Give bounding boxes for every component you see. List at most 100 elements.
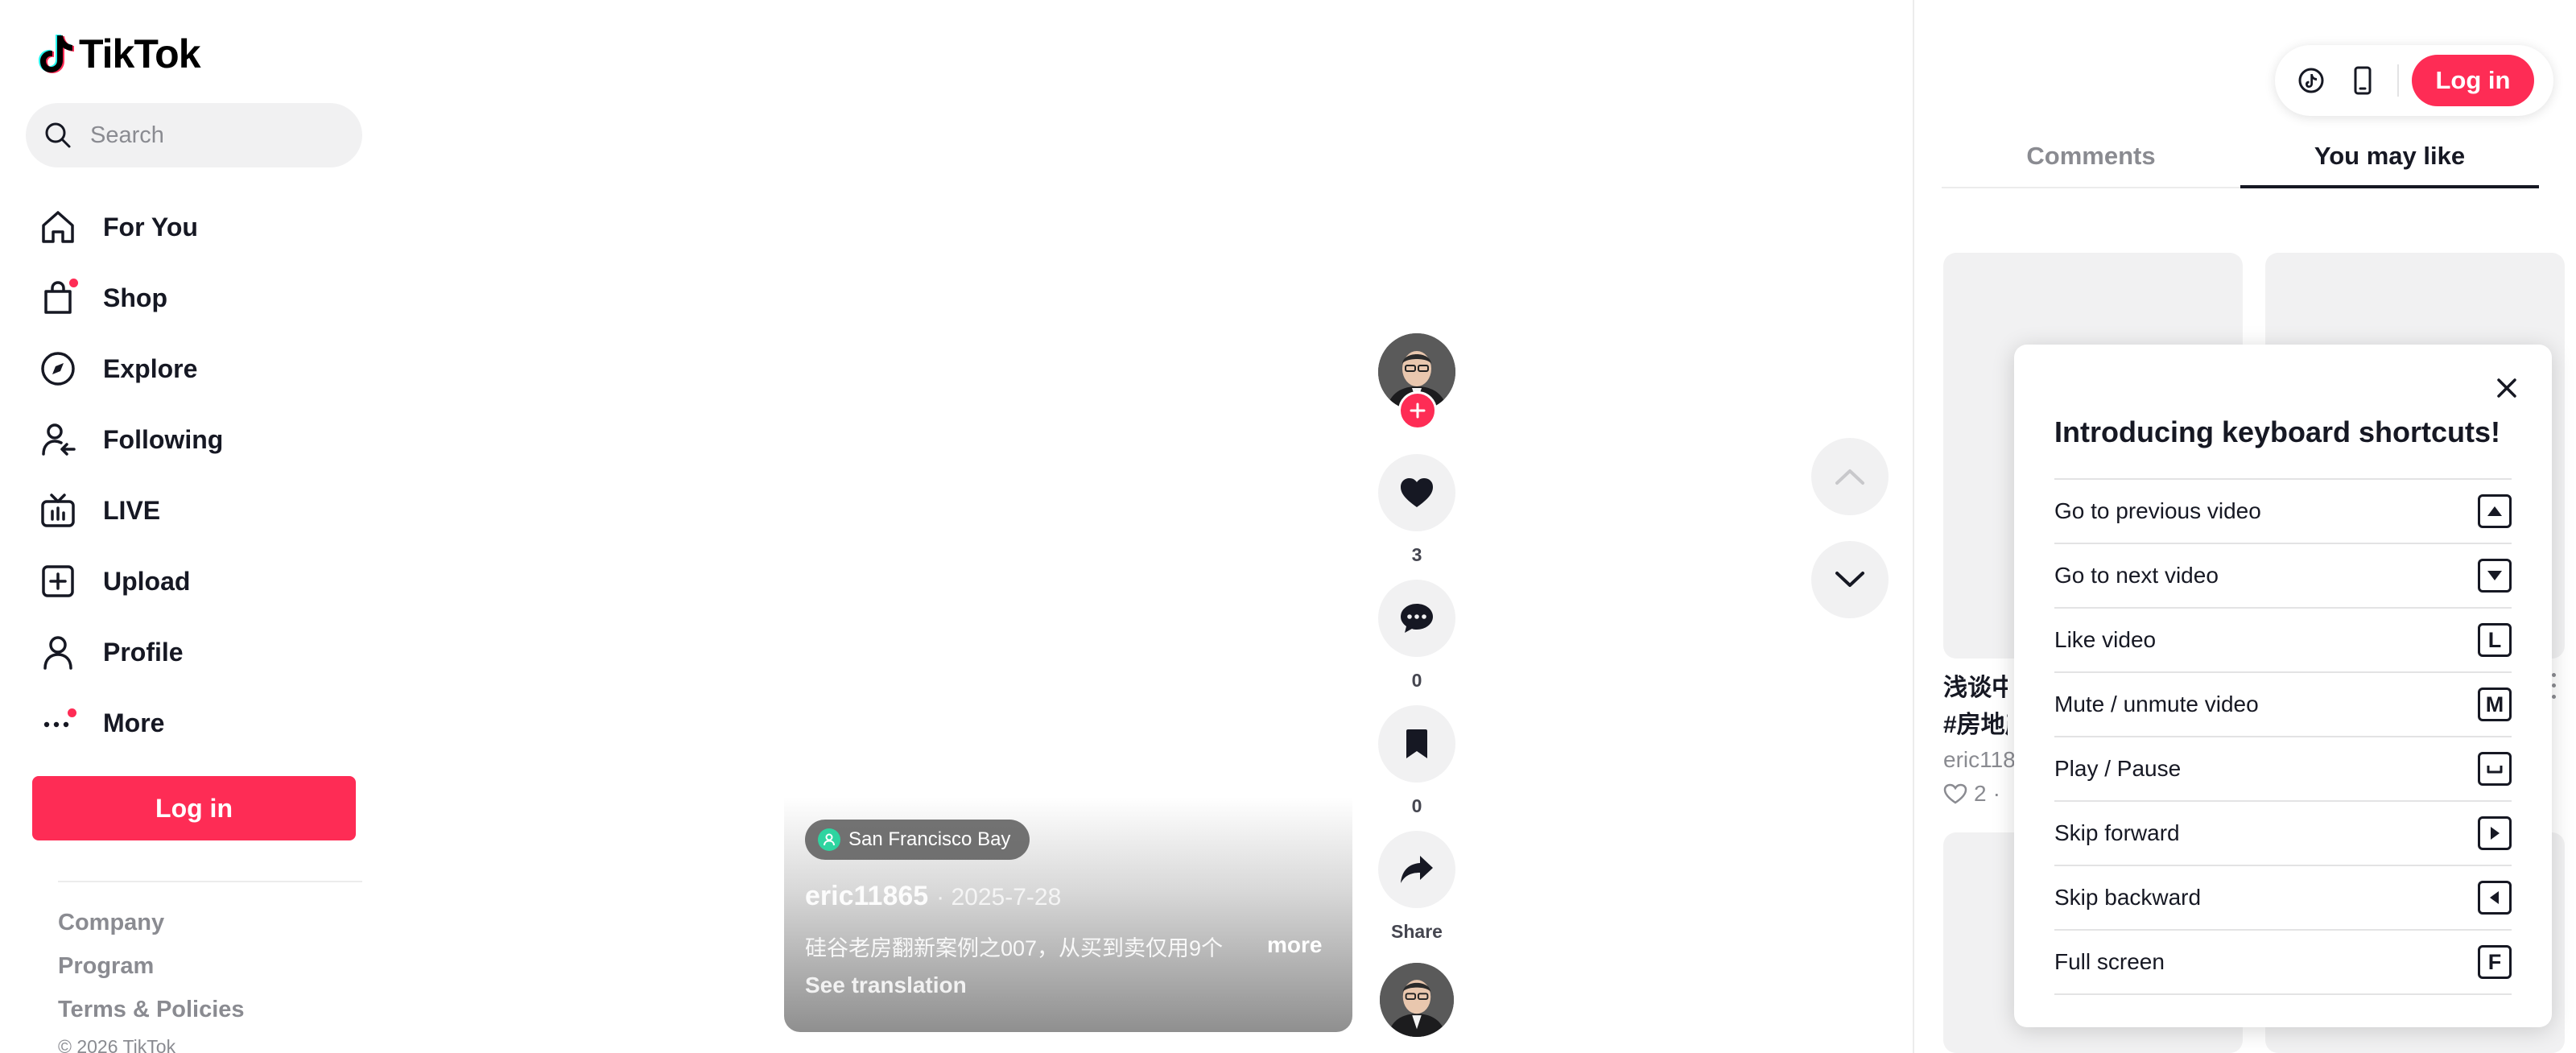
upload-plus-icon (35, 559, 80, 604)
search-icon (45, 122, 71, 148)
nav-label: Explore (103, 353, 198, 383)
shortcut-list: Go to previous video Go to next video Li… (2054, 478, 2512, 995)
nav-item-shop[interactable]: Shop (35, 262, 365, 333)
shortcut-label: Skip backward (2054, 885, 2202, 910)
nav-label: Shop (103, 283, 167, 312)
video-author-line: eric11865 · 2025-7-28 (805, 881, 1061, 912)
key-down-icon (2478, 559, 2512, 593)
shortcut-label: Full screen (2054, 949, 2165, 974)
description-more-button[interactable]: more (1267, 932, 1322, 958)
key-left-icon (2478, 881, 2512, 915)
shortcut-label: Go to next video (2054, 563, 2219, 588)
footer-link-program[interactable]: Program (58, 950, 245, 993)
key-right-icon (2478, 816, 2512, 850)
compass-icon (35, 346, 80, 391)
tab-comments[interactable]: Comments (1942, 134, 2240, 187)
bookmark-button[interactable] (1378, 705, 1455, 783)
shortcut-row: Go to previous video (2054, 480, 2512, 544)
location-pin-icon (818, 828, 840, 851)
nav-item-live[interactable]: LIVE (35, 475, 365, 546)
left-sidebar: TikTok For You Shop Explore (0, 0, 378, 1053)
follow-plus-button[interactable] (1398, 391, 1437, 430)
key-l: L (2478, 623, 2512, 657)
tiktok-coin-icon[interactable] (2294, 64, 2328, 97)
recommended-video-likes: 2 · (1943, 781, 2000, 807)
share-button[interactable] (1378, 831, 1455, 908)
key-space-icon (2478, 752, 2512, 786)
shortcut-row: Play / Pause (2054, 737, 2512, 802)
nav-label: For You (103, 212, 198, 242)
shortcut-label: Mute / unmute video (2054, 692, 2259, 716)
shortcut-label: Skip forward (2054, 820, 2180, 845)
nav-item-upload[interactable]: Upload (35, 546, 365, 617)
title-line: 浅谈中 (1943, 675, 2008, 701)
plus-icon (1410, 403, 1426, 419)
bookmark-count: 0 (1411, 795, 1422, 816)
nav-item-more[interactable]: More (35, 688, 365, 758)
profile-icon (35, 630, 80, 675)
comment-button[interactable] (1378, 580, 1455, 657)
like-button[interactable] (1378, 454, 1455, 531)
close-icon[interactable] (2491, 372, 2523, 404)
header-login-button[interactable]: Log in (2412, 55, 2534, 106)
nav-item-following[interactable]: Following (35, 404, 365, 475)
comment-count: 0 (1411, 670, 1422, 691)
home-icon (35, 204, 80, 250)
search-input[interactable] (90, 122, 356, 149)
tab-you-may-like[interactable]: You may like (2240, 134, 2539, 188)
share-arrow-icon (1401, 856, 1433, 883)
keyboard-shortcuts-popup: Introducing keyboard shortcuts! Go to pr… (2014, 345, 2552, 1027)
chevron-down-icon (1835, 572, 1864, 587)
nav-label: More (103, 708, 165, 737)
bookmark-icon (1406, 729, 1427, 758)
nav-item-profile[interactable]: Profile (35, 617, 365, 688)
top-actions-bar: Log in (2275, 45, 2553, 116)
logo-wordmark: TikTok (79, 31, 201, 76)
location-tag[interactable]: San Francisco Bay (805, 820, 1030, 860)
key-m: M (2478, 688, 2512, 721)
video-info-overlay: San Francisco Bay eric11865 · 2025-7-28 硅… (784, 797, 1352, 1032)
video-author[interactable]: eric11865 (805, 881, 928, 911)
previous-video-button[interactable] (1811, 438, 1889, 515)
footer-link-terms[interactable]: Terms & Policies (58, 993, 245, 1037)
nav-item-explore[interactable]: Explore (35, 333, 365, 404)
heart-icon (1401, 478, 1433, 507)
likes-suffix: · (1992, 781, 2000, 806)
sidebar-footer: Company Program Terms & Policies (58, 906, 245, 1037)
shortcut-label: Play / Pause (2054, 756, 2182, 781)
share-label: Share (1391, 921, 1443, 942)
tiktok-logo[interactable]: TikTok (39, 31, 201, 77)
nav-label: Following (103, 424, 224, 454)
title-hashtag: #房地产 (1943, 712, 2008, 738)
like-count: 3 (1411, 544, 1422, 565)
chevron-up-icon (1835, 469, 1864, 485)
music-disc-avatar[interactable] (1380, 963, 1454, 1037)
key-up-icon (2478, 494, 2512, 528)
live-tv-icon (35, 488, 80, 533)
shortcut-row: Like video L (2054, 609, 2512, 673)
shortcut-label: Go to previous video (2054, 498, 2261, 523)
key-f: F (2478, 945, 2512, 979)
recommended-video-author[interactable]: eric118 (1943, 747, 2014, 773)
nav-item-for-you[interactable]: For You (35, 192, 365, 262)
recommended-video-title[interactable]: 浅谈中 #房地产 (1943, 670, 2008, 744)
location-label: San Francisco Bay (848, 828, 1011, 850)
comment-bubble-icon (1401, 604, 1433, 633)
shortcut-row: Go to next video (2054, 544, 2512, 609)
phone-app-icon[interactable] (2346, 64, 2380, 97)
video-date: · 2025-7-28 (936, 884, 1062, 911)
shortcut-label: Like video (2054, 627, 2157, 652)
likes-value: 2 (1974, 781, 1987, 806)
nav-label: LIVE (103, 495, 161, 525)
right-panel-tabs: Comments You may like (1942, 134, 2539, 188)
sidebar-login-button[interactable]: Log in (32, 776, 356, 840)
footer-link-company[interactable]: Company (58, 906, 245, 950)
tiktok-note-icon (39, 35, 74, 73)
shortcut-row: Mute / unmute video M (2054, 673, 2512, 737)
see-translation-link[interactable]: See translation (805, 972, 967, 998)
heart-outline-icon (1943, 783, 1967, 804)
next-video-button[interactable] (1811, 541, 1889, 618)
popup-title: Introducing keyboard shortcuts! (2054, 415, 2501, 448)
shortcut-row: Full screen F (2054, 931, 2512, 995)
search-bar[interactable] (26, 103, 362, 167)
